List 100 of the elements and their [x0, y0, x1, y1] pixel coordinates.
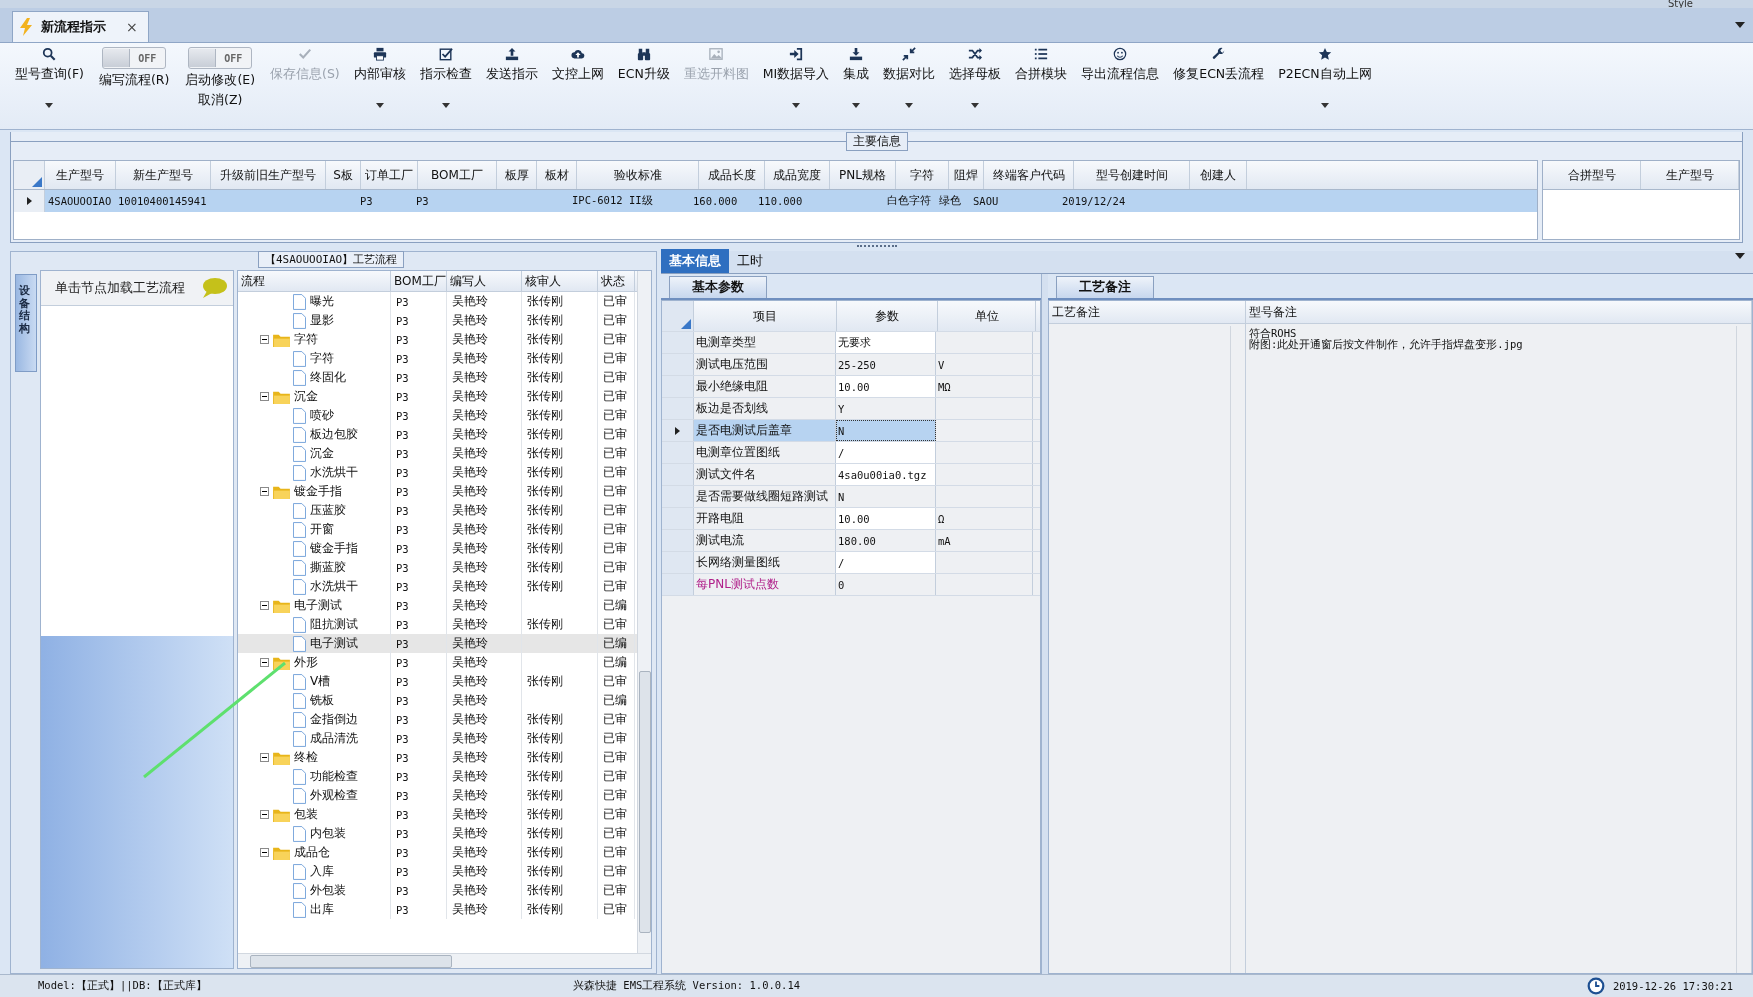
tree-row[interactable]: 曝光 P3 吴艳玲 张传刚 已审	[238, 292, 637, 311]
param-row[interactable]: 每PNL测试点数 0	[662, 574, 1040, 596]
param-value-field[interactable]: 4sa0u00ia0.tgz	[836, 464, 936, 485]
dropdown-caret-icon[interactable]	[852, 103, 861, 108]
toggle-switch[interactable]: OFF	[188, 47, 253, 69]
tree-row[interactable]: 外观检查 P3 吴艳玲 张传刚 已审	[238, 786, 637, 805]
column-header[interactable]: BOM工厂	[418, 161, 497, 189]
tree-row[interactable]: 电子测试 P3 吴艳玲 已编	[238, 634, 637, 653]
tree-row[interactable]: 终固化 P3 吴艳玲 张传刚 已审	[238, 368, 637, 387]
param-row[interactable]: 电测章类型 无要求	[662, 332, 1040, 354]
tree-row[interactable]: 板边包胶 P3 吴艳玲 张传刚 已审	[238, 425, 637, 444]
toolbar-button[interactable]: 选择母板	[944, 43, 1007, 87]
horizontal-scrollbar[interactable]	[238, 953, 651, 968]
toolbar-button[interactable]: MI数据导入	[757, 43, 835, 87]
collapse-icon[interactable]	[260, 487, 269, 496]
column-header[interactable]: 状态	[598, 271, 635, 291]
tree-row[interactable]: 镀金手指 P3 吴艳玲 张传刚 已审	[238, 539, 637, 558]
dropdown-caret-icon[interactable]	[375, 103, 384, 108]
collapse-icon[interactable]	[260, 810, 269, 819]
param-row[interactable]: 测试文件名 4sa0u00ia0.tgz	[662, 464, 1040, 486]
dropdown-caret-icon[interactable]	[1320, 103, 1329, 108]
tree-row[interactable]: 成品清洗 P3 吴艳玲 张传刚 已审	[238, 729, 637, 748]
table-row[interactable]: 4SAOUOOIAO 10010400145941 P3 P3 IPC-6012 II级 160.000 110.000 白色字符 绿色 SAOU 2019/12/24	[14, 190, 1537, 212]
toolbar-button[interactable]: 型号查询(F)	[10, 43, 89, 87]
collapse-icon[interactable]	[260, 753, 269, 762]
dropdown-caret-icon[interactable]	[905, 103, 914, 108]
param-value-field[interactable]: 0	[836, 574, 936, 595]
toolbar-button[interactable]: ECN升级	[612, 43, 675, 87]
toolbar-button[interactable]: 内部审核	[348, 43, 411, 87]
column-header[interactable]: 流程	[238, 271, 391, 291]
toolbar-button[interactable]: P2ECN自动上网	[1273, 43, 1377, 87]
column-header[interactable]: 新生产型号	[116, 161, 211, 189]
caret-icon[interactable]	[1735, 253, 1745, 259]
column-header[interactable]: 成品宽度	[765, 161, 830, 189]
param-value-field[interactable]: N	[836, 486, 936, 507]
tree-row[interactable]: 水洗烘干 P3 吴艳玲 张传刚 已审	[238, 463, 637, 482]
column-header[interactable]: 生产型号	[1641, 161, 1739, 189]
tree-row[interactable]: 金指倒边 P3 吴艳玲 张传刚 已审	[238, 710, 637, 729]
toolbar-button[interactable]: 集成	[838, 43, 875, 87]
toolbar-button[interactable]: 合拼模块	[1010, 43, 1073, 87]
column-header[interactable]: 升级前旧生产型号	[211, 161, 326, 189]
param-value-field[interactable]: N	[836, 420, 936, 441]
toolbar-button[interactable]: 数据对比	[878, 43, 941, 87]
toolbar-button[interactable]: 发送指示	[480, 43, 543, 87]
toolbar-button[interactable]: 指示检查	[414, 43, 477, 87]
param-row[interactable]: 是否需要做线圈短路测试 N	[662, 486, 1040, 508]
param-value-field[interactable]: /	[836, 552, 936, 573]
column-header[interactable]: 订单工厂	[361, 161, 418, 189]
tree-row[interactable]: 水洗烘干 P3 吴艳玲 张传刚 已审	[238, 577, 637, 596]
tree-row[interactable]: 外形 P3 吴艳玲 已编	[238, 653, 637, 672]
column-header[interactable]: 字符	[896, 161, 949, 189]
tree-row[interactable]: 内包装 P3 吴艳玲 张传刚 已审	[238, 824, 637, 843]
detail-tab[interactable]: 基本信息	[661, 249, 729, 273]
column-header[interactable]: BOM工厂	[391, 271, 447, 291]
tree-row[interactable]: 沉金 P3 吴艳玲 张传刚 已审	[238, 444, 637, 463]
tree-row[interactable]: 铣板 P3 吴艳玲 已编	[238, 691, 637, 710]
param-row[interactable]: 开路电阻 10.00 Ω	[662, 508, 1040, 530]
collapse-icon[interactable]	[260, 658, 269, 667]
dropdown-caret-icon[interactable]	[971, 103, 980, 108]
param-value-field[interactable]: 180.00	[836, 530, 936, 551]
column-header[interactable]: 型号备注	[1246, 301, 1751, 324]
tree-row[interactable]: 入库 P3 吴艳玲 张传刚 已审	[238, 862, 637, 881]
column-header[interactable]: 创建人	[1190, 161, 1247, 189]
collapse-icon[interactable]	[260, 392, 269, 401]
detail-tab[interactable]: 工时	[729, 249, 771, 273]
dropdown-caret-icon[interactable]	[45, 103, 54, 108]
param-value-field[interactable]: 25-250	[836, 354, 936, 375]
toolbar-button[interactable]: 文控上网	[546, 43, 609, 87]
cancel-button[interactable]: 取消(Z)	[198, 92, 243, 109]
column-header[interactable]: 验收标准	[577, 161, 699, 189]
collapse-icon[interactable]	[260, 335, 269, 344]
param-value-field[interactable]: 无要求	[836, 332, 936, 353]
toolbar-button[interactable]: 导出流程信息	[1076, 43, 1165, 87]
tree-row[interactable]: 成品仓 P3 吴艳玲 张传刚 已审	[238, 843, 637, 862]
panel-tab[interactable]: 工艺备注	[1056, 276, 1154, 298]
tree-row[interactable]: 出库 P3 吴艳玲 张传刚 已审	[238, 900, 637, 919]
tree-row[interactable]: 压蓝胶 P3 吴艳玲 张传刚 已审	[238, 501, 637, 520]
column-header[interactable]: 生产型号	[45, 161, 116, 189]
column-header[interactable]: 参数	[837, 301, 938, 331]
toolbar-button[interactable]: 修复ECN丢流程	[1168, 43, 1270, 87]
tree-row[interactable]: 终检 P3 吴艳玲 张传刚 已审	[238, 748, 637, 767]
param-row[interactable]: 长网络测量图纸 /	[662, 552, 1040, 574]
param-row[interactable]: 板边是否划线 Y	[662, 398, 1040, 420]
tree-row[interactable]: 喷砂 P3 吴艳玲 张传刚 已审	[238, 406, 637, 425]
tree-row[interactable]: 显影 P3 吴艳玲 张传刚 已审	[238, 311, 637, 330]
column-header[interactable]: 型号创建时间	[1074, 161, 1190, 189]
tree-row[interactable]: 外包装 P3 吴艳玲 张传刚 已审	[238, 881, 637, 900]
column-header[interactable]: S板	[326, 161, 361, 189]
tree-row[interactable]: 功能检查 P3 吴艳玲 张传刚 已审	[238, 767, 637, 786]
tree-row[interactable]: 沉金 P3 吴艳玲 张传刚 已审	[238, 387, 637, 406]
tree-row[interactable]: 镀金手指 P3 吴艳玲 张传刚 已审	[238, 482, 637, 501]
param-value-field[interactable]: /	[836, 442, 936, 463]
column-header[interactable]: 合拼型号	[1543, 161, 1641, 189]
column-header[interactable]: 单位	[938, 301, 1036, 331]
tree-row[interactable]: 电子测试 P3 吴艳玲 已编	[238, 596, 637, 615]
caret-icon[interactable]	[1735, 22, 1745, 28]
param-row[interactable]: 是否电测试后盖章 N	[662, 420, 1040, 442]
panel-tab[interactable]: 基本参数	[669, 276, 767, 298]
dropdown-caret-icon[interactable]	[792, 103, 800, 108]
tree-row[interactable]: 字符 P3 吴艳玲 张传刚 已审	[238, 330, 637, 349]
